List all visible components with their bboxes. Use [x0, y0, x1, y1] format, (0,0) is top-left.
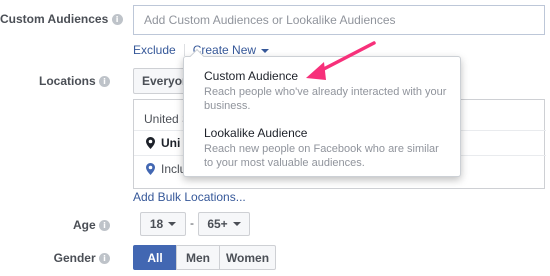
country-row: Uni [146, 136, 180, 150]
custom-audiences-placeholder: Add Custom Audiences or Lookalike Audien… [144, 13, 396, 27]
custom-audiences-label: Custom Audiences [0, 12, 109, 26]
info-icon[interactable]: i [99, 76, 110, 88]
locations-label-row: Locations i [0, 74, 110, 88]
age-min-select[interactable]: 18 [140, 212, 186, 236]
country-text: Uni [161, 136, 181, 150]
divider [183, 44, 185, 56]
exclude-link[interactable]: Exclude [133, 43, 176, 57]
dropdown-item-title: Lookalike Audience [204, 126, 308, 140]
gender-segmented-control: All Men Women [133, 245, 276, 270]
age-separator: - [190, 216, 194, 230]
location-pin-icon [146, 137, 155, 149]
gender-label: Gender [53, 251, 96, 265]
age-label-row: Age i [0, 218, 110, 232]
info-icon[interactable]: i [99, 220, 110, 232]
age-min-value: 18 [149, 217, 164, 231]
locations-label: Locations [38, 74, 96, 88]
info-icon[interactable]: i [111, 14, 123, 26]
gender-label-row: Gender i [0, 251, 110, 265]
dropdown-item-description: Reach people who've already interacted w… [204, 86, 447, 112]
chevron-down-icon [232, 222, 241, 226]
custom-audiences-input[interactable]: Add Custom Audiences or Lookalike Audien… [133, 5, 545, 35]
age-max-select[interactable]: 65+ [198, 212, 250, 236]
dropdown-item-lookalike-audience[interactable]: Lookalike Audience Reach new people on F… [184, 120, 460, 176]
location-pin-icon [146, 163, 155, 175]
info-icon[interactable]: i [99, 253, 110, 265]
chevron-down-icon [261, 48, 270, 53]
create-new-button[interactable]: Create New [193, 43, 270, 57]
gender-option-all[interactable]: All [133, 245, 177, 270]
dropdown-item-description: Reach new people on Facebook who are sim… [204, 143, 439, 169]
gender-option-women[interactable]: Women [219, 245, 276, 270]
chevron-down-icon [168, 222, 177, 226]
add-bulk-locations-link[interactable]: Add Bulk Locations... [133, 190, 246, 204]
age-label: Age [72, 218, 96, 232]
annotation-arrow-icon [306, 41, 376, 80]
age-max-value: 65+ [207, 217, 228, 231]
custom-audiences-label-row: Custom Audiences i [0, 12, 123, 26]
gender-option-men[interactable]: Men [176, 245, 220, 270]
